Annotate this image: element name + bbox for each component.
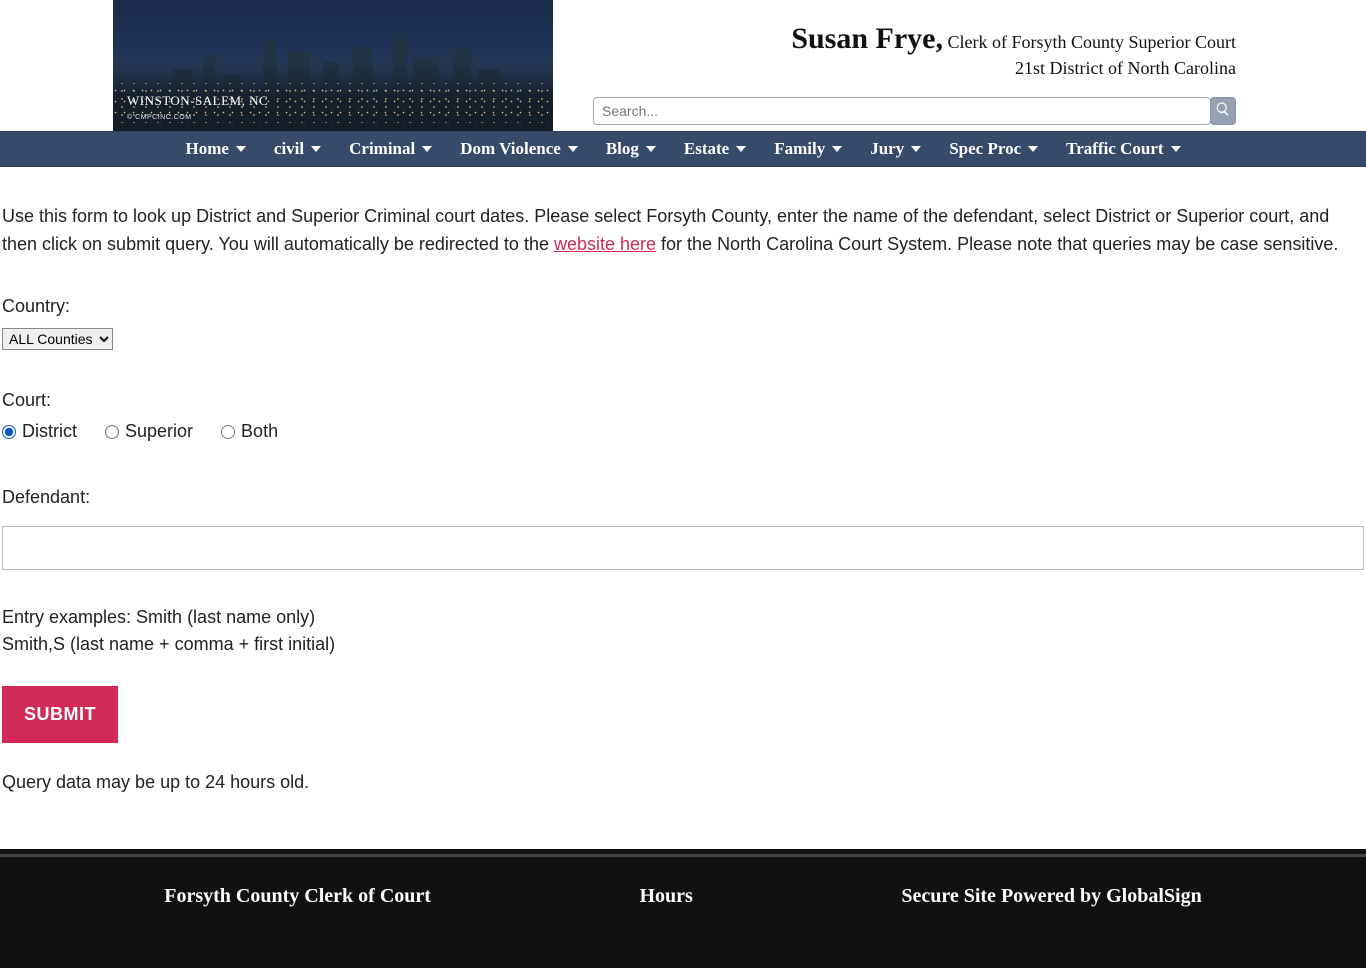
search-button[interactable] (1210, 97, 1236, 125)
chevron-down-icon (1171, 146, 1181, 152)
nav-item-civil[interactable]: civil (274, 139, 321, 159)
nav-item-criminal[interactable]: Criminal (349, 139, 432, 159)
chevron-down-icon (236, 146, 246, 152)
chevron-down-icon (832, 146, 842, 152)
main-nav: Home civil Criminal Dom Violence Blog Estate F… (0, 131, 1366, 167)
court-radio-input-superior[interactable] (105, 425, 119, 439)
chevron-down-icon (646, 146, 656, 152)
nav-item-estate[interactable]: Estate (684, 139, 746, 159)
nav-item-jury[interactable]: Jury (870, 139, 921, 159)
footer: Forsyth County Clerk of Court Hours Secu… (0, 849, 1366, 968)
chevron-down-icon (422, 146, 432, 152)
page-title: Susan Frye, Clerk of Forsyth County Supe… (593, 22, 1236, 56)
nav-label: Blog (606, 139, 639, 159)
title-subtitle: 21st District of North Carolina (593, 58, 1236, 79)
nav-item-traffic-court[interactable]: Traffic Court (1066, 139, 1180, 159)
nav-item-spec-proc[interactable]: Spec Proc (949, 139, 1038, 159)
court-radio-label: District (22, 418, 77, 446)
court-radio-label: Both (241, 418, 278, 446)
footer-col-contact: Forsyth County Clerk of Court (164, 885, 431, 908)
chevron-down-icon (568, 146, 578, 152)
defendant-label: Defendant: (2, 484, 1364, 512)
hero-caption: WINSTON-SALEM, NC (127, 93, 268, 109)
court-radio-superior[interactable]: Superior (105, 418, 193, 446)
title-role: Clerk of Forsyth County Superior Court (943, 32, 1236, 52)
hero-credit: © CMPCINC.COM (127, 114, 192, 121)
nav-label: Home (185, 139, 228, 159)
nav-label: Criminal (349, 139, 415, 159)
chevron-down-icon (1028, 146, 1038, 152)
chevron-down-icon (311, 146, 321, 152)
court-radio-district[interactable]: District (2, 418, 77, 446)
nav-label: Family (774, 139, 825, 159)
country-select[interactable]: ALL Counties (2, 328, 113, 350)
entry-example-2: Smith,S (last name + comma + first initi… (2, 631, 1364, 658)
footer-col-hours: Hours (639, 885, 692, 908)
nav-item-home[interactable]: Home (185, 139, 245, 159)
footer-col-secure: Secure Site Powered by GlobalSign (901, 885, 1201, 908)
data-age-note: Query data may be up to 24 hours old. (2, 769, 1364, 797)
intro-text: Use this form to look up District and Su… (2, 203, 1364, 259)
search-icon (1215, 101, 1231, 122)
court-radio-input-district[interactable] (2, 425, 16, 439)
intro-after: for the North Carolina Court System. Ple… (656, 234, 1338, 254)
nav-item-blog[interactable]: Blog (606, 139, 656, 159)
defendant-input[interactable] (2, 526, 1364, 570)
title-name: Susan Frye, (791, 22, 943, 55)
hero-image: WINSTON-SALEM, NC © CMPCINC.COM (113, 0, 553, 131)
court-radio-label: Superior (125, 418, 193, 446)
court-label: Court: (2, 387, 1364, 415)
nav-item-family[interactable]: Family (774, 139, 842, 159)
chevron-down-icon (911, 146, 921, 152)
court-radio-input-both[interactable] (221, 425, 235, 439)
nav-label: civil (274, 139, 304, 159)
submit-button[interactable]: SUBMIT (2, 686, 118, 743)
nav-label: Traffic Court (1066, 139, 1163, 159)
entry-example-1: Entry examples: Smith (last name only) (2, 604, 1364, 631)
website-link[interactable]: website here (554, 234, 656, 254)
chevron-down-icon (736, 146, 746, 152)
nav-label: Spec Proc (949, 139, 1021, 159)
nav-item-dom-violence[interactable]: Dom Violence (460, 139, 578, 159)
nav-label: Estate (684, 139, 729, 159)
nav-label: Jury (870, 139, 904, 159)
court-radio-both[interactable]: Both (221, 418, 278, 446)
nav-label: Dom Violence (460, 139, 561, 159)
country-label: Country: (2, 293, 1364, 321)
search-input[interactable] (593, 97, 1211, 125)
